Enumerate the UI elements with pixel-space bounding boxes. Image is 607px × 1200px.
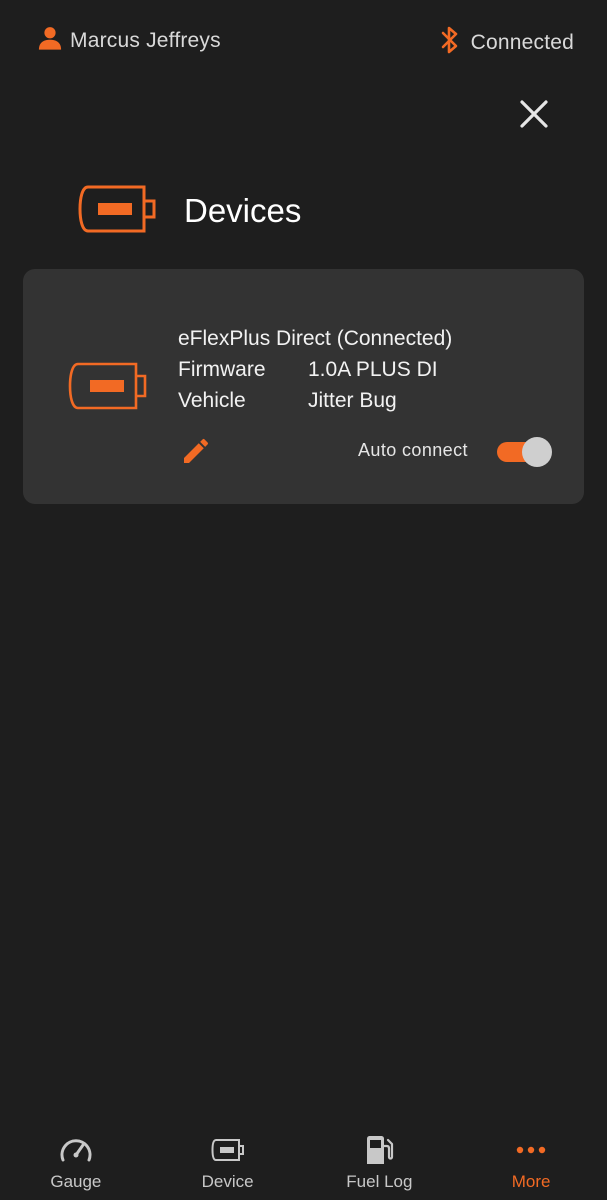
nav-label-fuel-log: Fuel Log [346, 1172, 413, 1191]
fuel-pump-icon [364, 1132, 394, 1168]
bluetooth-icon [439, 24, 461, 61]
auto-connect-toggle[interactable] [495, 437, 553, 467]
vehicle-label: Vehicle [178, 389, 246, 412]
connection-label: Connected [470, 30, 574, 54]
nav-label-gauge: Gauge [50, 1172, 102, 1191]
more-dots-icon [516, 1132, 546, 1168]
device-icon [68, 361, 148, 416]
device-card[interactable]: eFlexPlus Direct (Connected) Firmware 1.… [23, 269, 584, 504]
close-icon [520, 100, 548, 128]
vehicle-value: Jitter Bug [308, 389, 397, 412]
close-button[interactable] [512, 92, 556, 136]
nav-item-device[interactable]: Device [152, 1120, 304, 1200]
nav-item-fuel-log[interactable]: Fuel Log [304, 1120, 456, 1200]
status-bar: Marcus Jeffreys Connected [0, 0, 607, 80]
toggle-knob [522, 437, 552, 467]
nav-item-more[interactable]: More [455, 1120, 607, 1200]
vehicle-row: Vehicle Jitter Bug [178, 385, 452, 416]
device-icon [78, 183, 158, 240]
gauge-icon [59, 1132, 93, 1168]
devices-screen: Marcus Jeffreys Connected Devices eFlexP… [0, 0, 607, 1200]
firmware-row: Firmware 1.0A PLUS DI [178, 354, 452, 385]
connection-status[interactable]: Connected [439, 24, 574, 61]
device-info: eFlexPlus Direct (Connected) Firmware 1.… [178, 323, 452, 416]
firmware-value: 1.0A PLUS DI [308, 358, 438, 381]
nav-label-device: Device [201, 1172, 254, 1191]
auto-connect-label: Auto connect [358, 440, 468, 460]
device-icon [211, 1132, 245, 1168]
pencil-icon [184, 438, 209, 463]
bottom-nav: Gauge Device Fuel Log More [0, 1120, 607, 1200]
nav-label-more: More [511, 1172, 551, 1191]
user-account[interactable]: Marcus Jeffreys [36, 24, 221, 57]
edit-device-button[interactable] [178, 433, 214, 469]
device-name: eFlexPlus Direct (Connected) [178, 327, 453, 350]
nav-item-gauge[interactable]: Gauge [0, 1120, 152, 1200]
page-header: Devices [78, 170, 301, 252]
user-name: Marcus Jeffreys [70, 28, 221, 52]
firmware-label: Firmware [178, 358, 266, 381]
person-icon [36, 24, 64, 57]
page-title: Devices [184, 192, 302, 230]
